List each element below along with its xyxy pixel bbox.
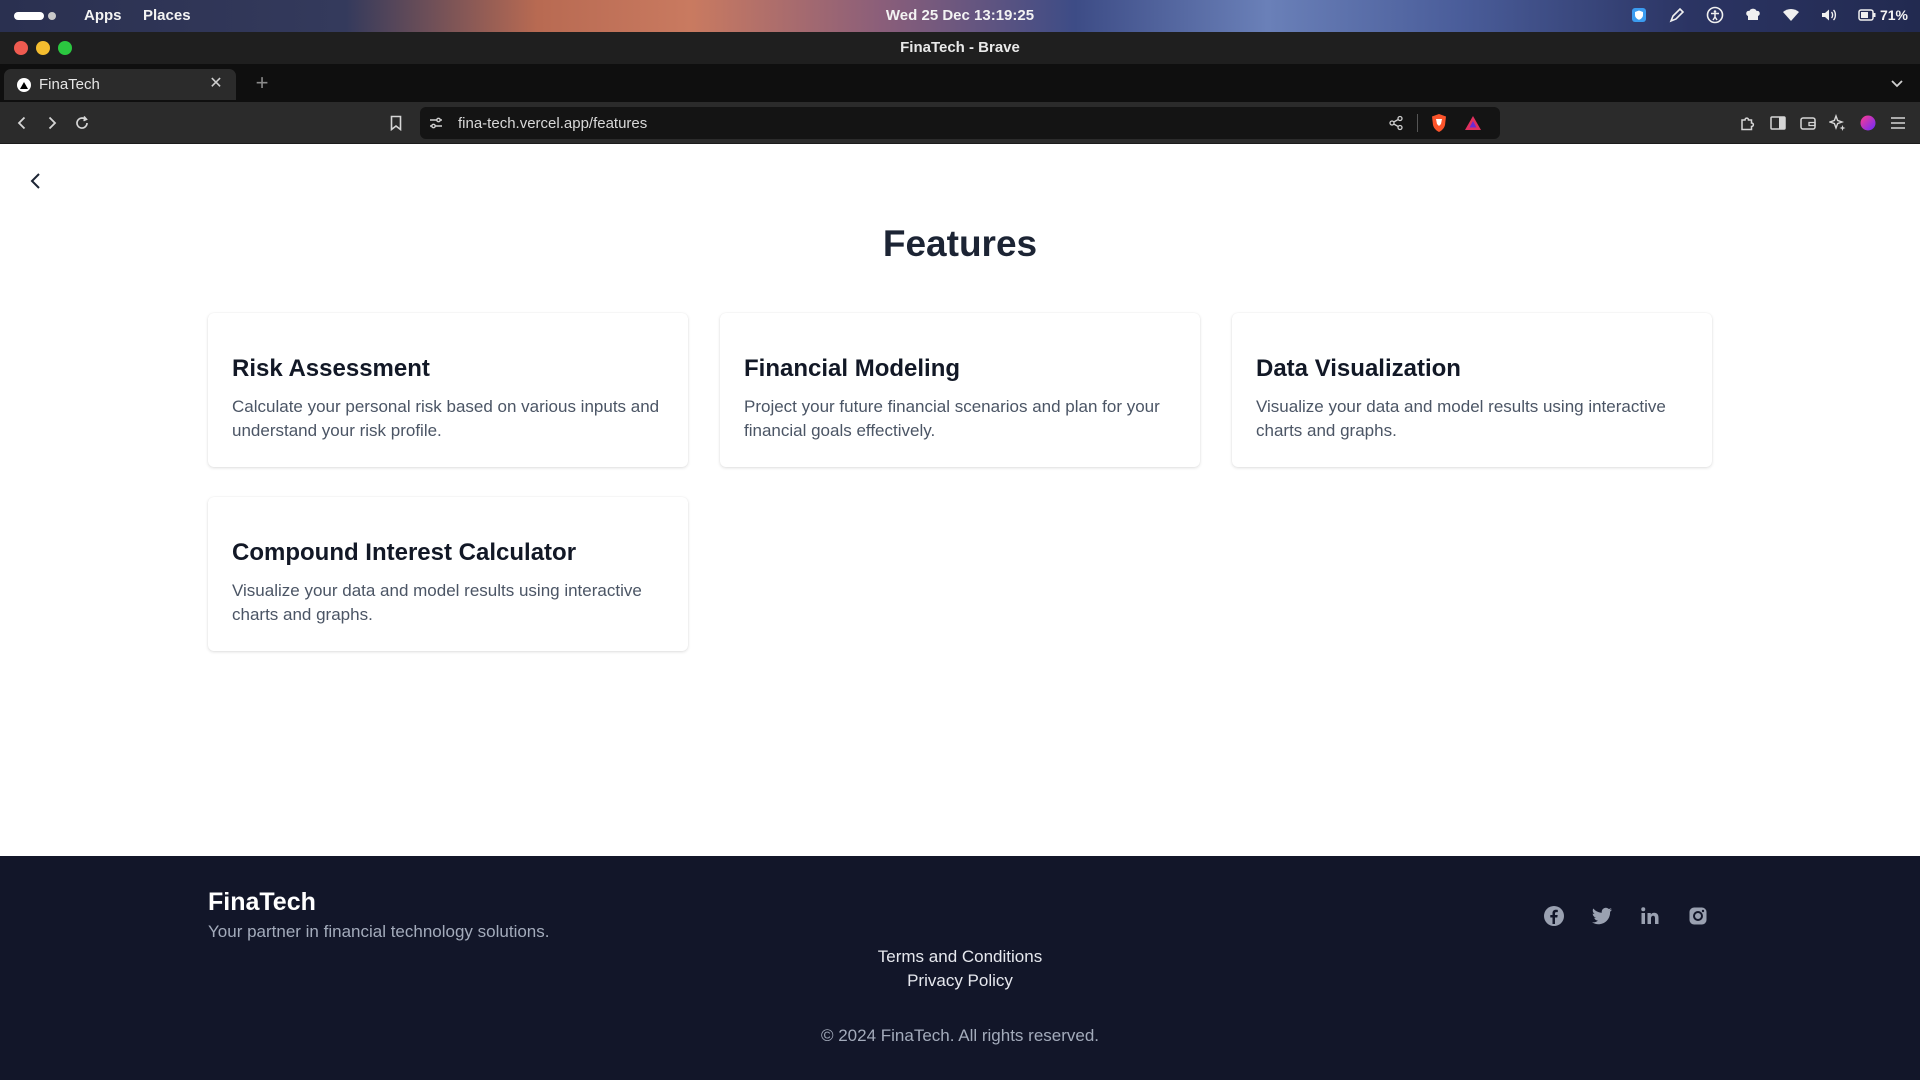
feature-card-title: Compound Interest Calculator (232, 539, 577, 566)
social-links (1542, 904, 1710, 928)
feature-card-title: Risk Assessment (232, 355, 430, 382)
battery-percent: 71% (1879, 7, 1908, 23)
twitter-icon[interactable] (1590, 904, 1614, 928)
new-tab-plus-icon[interactable]: + (250, 72, 274, 94)
extensions-puzzle-icon[interactable] (1738, 113, 1758, 133)
facebook-icon[interactable] (1542, 904, 1566, 928)
bookmark-icon[interactable] (386, 113, 406, 133)
feature-card-data-visualization[interactable]: Data Visualization Visualize your data a… (1232, 313, 1712, 467)
footer-tagline: Your partner in financial technology sol… (208, 922, 550, 941)
window-title: FinaTech - Brave (900, 39, 1020, 56)
url-text[interactable]: fina-tech.vercel.app/features (458, 115, 647, 132)
feature-card-description: Visualize your data and model results us… (1256, 397, 1666, 440)
page-title: Features (882, 223, 1038, 264)
forward-arrow-icon[interactable] (42, 113, 62, 133)
tab-list-chevron-icon[interactable] (1888, 74, 1906, 92)
reload-icon[interactable] (72, 113, 92, 133)
brave-shields-icon[interactable] (1430, 113, 1448, 133)
back-arrow-icon[interactable] (12, 113, 32, 133)
feature-card-description: Visualize your data and model results us… (232, 581, 642, 624)
wifi-icon[interactable] (1782, 6, 1800, 24)
accessibility-icon[interactable] (1706, 6, 1724, 24)
address-bar[interactable]: fina-tech.vercel.app/features (420, 107, 1500, 139)
share-icon[interactable] (1388, 115, 1404, 131)
chef-hat-icon[interactable] (1744, 6, 1762, 24)
feature-card-financial-modeling[interactable]: Financial Modeling Project your future f… (720, 313, 1200, 467)
vpn-orb-icon[interactable] (1858, 113, 1878, 133)
shield-app-icon[interactable] (1630, 6, 1648, 24)
features-page: Features Risk Assessment Calculate your … (0, 145, 1920, 856)
address-bar-separator (1417, 114, 1418, 132)
sidebar-toggle-icon[interactable] (1768, 113, 1788, 133)
feature-card-description: Calculate your personal risk based on va… (232, 397, 660, 440)
pen-icon[interactable] (1668, 6, 1686, 24)
leo-ai-icon[interactable] (1828, 113, 1848, 133)
system-top-bar: Apps Places Wed 25 Dec 13:19:25 71% (0, 0, 1920, 32)
footer-brand: FinaTech (208, 888, 316, 916)
system-tray: 71% (1630, 6, 1908, 24)
instagram-icon[interactable] (1686, 904, 1710, 928)
main-menu-hamburger-icon[interactable] (1888, 113, 1908, 133)
footer-copyright: © 2024 FinaTech. All rights reserved. (820, 1026, 1100, 1045)
browser-toolbar: fina-tech.vercel.app/features (0, 102, 1920, 144)
feature-card-description: Project your future financial scenarios … (744, 397, 1160, 440)
feature-card-title: Financial Modeling (744, 355, 961, 382)
tab-strip: FinaTech ✕ + (0, 64, 1920, 102)
linkedin-icon[interactable] (1638, 904, 1662, 928)
feature-card-risk-assessment[interactable]: Risk Assessment Calculate your personal … (208, 313, 688, 467)
tab-close-icon[interactable]: ✕ (206, 74, 226, 94)
window-title-bar: FinaTech - Brave (0, 32, 1920, 64)
tab-finatech[interactable]: FinaTech ✕ (4, 69, 236, 100)
site-info-icon[interactable] (428, 115, 444, 131)
page-back-chevron-icon[interactable] (24, 169, 48, 193)
site-footer: FinaTech Your partner in financial techn… (0, 856, 1920, 1080)
volume-icon[interactable] (1820, 6, 1838, 24)
battery-indicator[interactable]: 71% (1858, 7, 1908, 23)
footer-links: Terms and Conditions Privacy Policy (0, 945, 1920, 993)
vercel-favicon-icon (17, 78, 31, 92)
feature-card-title: Data Visualization (1256, 355, 1461, 382)
wallet-icon[interactable] (1798, 113, 1818, 133)
tab-title: FinaTech (39, 76, 100, 93)
brave-rewards-icon[interactable] (1464, 114, 1482, 132)
feature-card-compound-interest-calculator[interactable]: Compound Interest Calculator Visualize y… (208, 497, 688, 651)
battery-icon (1858, 9, 1876, 21)
terms-link[interactable]: Terms and Conditions (850, 945, 1070, 969)
clock-label: Wed 25 Dec 13:19:25 (885, 7, 1035, 24)
privacy-link[interactable]: Privacy Policy (850, 969, 1070, 993)
